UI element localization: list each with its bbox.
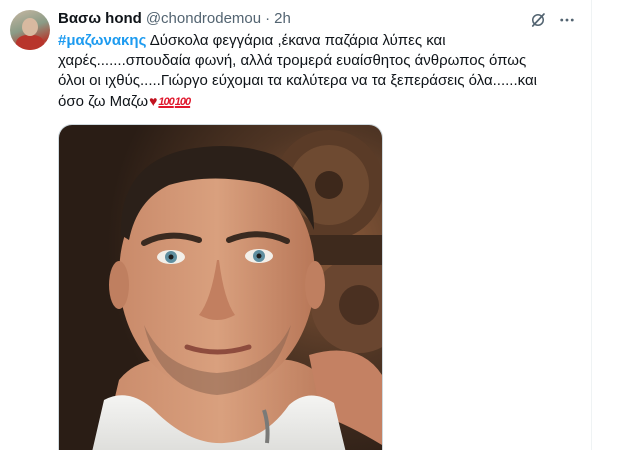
portrait-photo (59, 125, 382, 450)
timestamp[interactable]: 2h (274, 9, 291, 29)
tweet-text-line-4: όσο ζω Μαζω♥100100 (58, 91, 558, 112)
avatar-shirt (16, 35, 44, 50)
tweet[interactable]: Βασω hond @chondrodemou · 2h #μαζωνακης … (0, 0, 591, 450)
tweet-text-line-3: όλοι οι ιχθύς.....Γιώργο εύχομαι τα καλύ… (58, 72, 537, 89)
timeline-border (591, 0, 592, 450)
author-handle[interactable]: @chondrodemou (146, 9, 261, 29)
grok-button[interactable] (527, 9, 549, 31)
tweet-text-line-2: χαρές.......σπουδαία φωνή, αλλά τρομερά … (58, 52, 527, 69)
tweet-header: Βασω hond @chondrodemou · 2h (58, 9, 291, 29)
timeline-page: Βασω hond @chondrodemou · 2h #μαζωνακης … (0, 0, 622, 450)
red-heart-emoji: ♥ (149, 93, 158, 109)
tweet-text: #μαζωνακης Δύσκολα φεγγάρια ,έκανα παζάρ… (58, 31, 558, 112)
avatar-face (22, 18, 38, 36)
tweet-text-segment: Δύσκολα φεγγάρια ,έκανα παζάρια λύπες κα… (146, 32, 446, 49)
separator-dot: · (265, 10, 271, 27)
more-options-icon (560, 18, 574, 22)
tweet-text-segment: όσο ζω Μαζω (58, 93, 149, 110)
hundred-points-emoji: 100 (158, 96, 174, 108)
avatar[interactable] (10, 10, 50, 50)
tweet-media-photo[interactable] (58, 124, 383, 450)
hundred-points-emoji: 100 (174, 96, 191, 108)
tweet-text-line-1: #μαζωνακης Δύσκολα φεγγάρια ,έκανα παζάρ… (58, 31, 558, 51)
more-options-button[interactable] (556, 9, 578, 31)
grok-icon (531, 13, 545, 27)
hashtag-link[interactable]: #μαζωνακης (58, 32, 146, 49)
author-display-name[interactable]: Βασω hond (58, 9, 142, 29)
